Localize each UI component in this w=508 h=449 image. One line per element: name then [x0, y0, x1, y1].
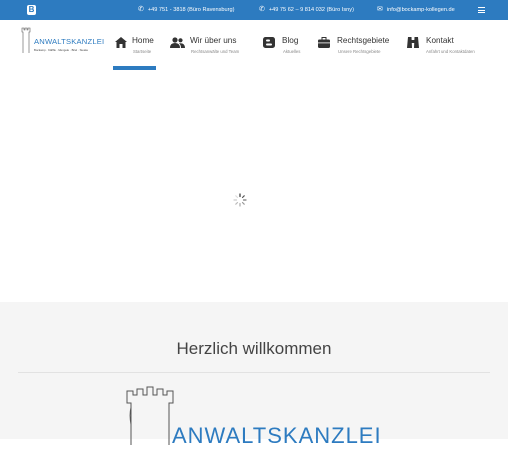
nav-label: Home	[132, 36, 154, 45]
nav-sublabel: Anfahrt und Kontaktdaten	[426, 49, 475, 54]
hamburger-menu-icon[interactable]	[478, 7, 485, 13]
phone-icon: ✆	[138, 6, 144, 13]
site-logo[interactable]: ANWALTSKANZLEI Bockamp · Kläffle · Menge…	[21, 26, 107, 56]
users-icon	[170, 37, 185, 48]
welcome-logo-name: ANWALTSKANZLEI	[172, 423, 382, 448]
nav-sublabel: Rechtsanwälte und Team	[191, 49, 240, 54]
blogger-icon	[263, 37, 275, 48]
welcome-section: Herzlich willkommen ANWALTSKANZLEI	[0, 302, 508, 448]
logo-name: ANWALTSKANZLEI	[34, 37, 105, 46]
phone-ravensburg-link[interactable]: ✆ +49 751 - 3818 (Büro Ravensburg)	[138, 0, 234, 20]
nav-label: Rechtsgebiete	[337, 36, 390, 45]
nav-sublabel: Startseite	[133, 49, 152, 54]
nav-sublabel: Unsere Rechtsgebiete	[338, 49, 381, 54]
nav-label: Wir über uns	[190, 36, 237, 45]
top-contact-bar: B ✆ +49 751 - 3818 (Büro Ravensburg) ✆ +49…	[0, 0, 508, 20]
tower-logo-icon	[21, 27, 31, 53]
loading-spinner-icon	[230, 190, 250, 210]
nav-label: Blog	[282, 36, 299, 45]
divider	[18, 372, 490, 373]
welcome-heading: Herzlich willkommen	[176, 339, 332, 358]
binoculars-icon	[407, 37, 419, 48]
phone-icon: ✆	[259, 6, 265, 13]
blogger-icon[interactable]: B	[27, 5, 36, 15]
briefcase-icon	[318, 37, 330, 48]
email-link[interactable]: ✉ info@bockamp-kollegen.de	[377, 0, 455, 20]
nav-sublabel: Aktuelles	[283, 49, 301, 54]
tower-logo-icon	[126, 386, 174, 445]
envelope-icon: ✉	[377, 6, 383, 13]
nav-label: Kontakt	[426, 36, 454, 45]
phone-isny-link[interactable]: ✆ +49 75 62 – 9 814 032 (Büro Isny)	[259, 0, 354, 20]
logo-partners: Bockamp · Kläffle · Mengele · Briel · Si…	[34, 48, 89, 52]
active-nav-indicator	[113, 66, 156, 70]
home-icon	[115, 37, 127, 48]
